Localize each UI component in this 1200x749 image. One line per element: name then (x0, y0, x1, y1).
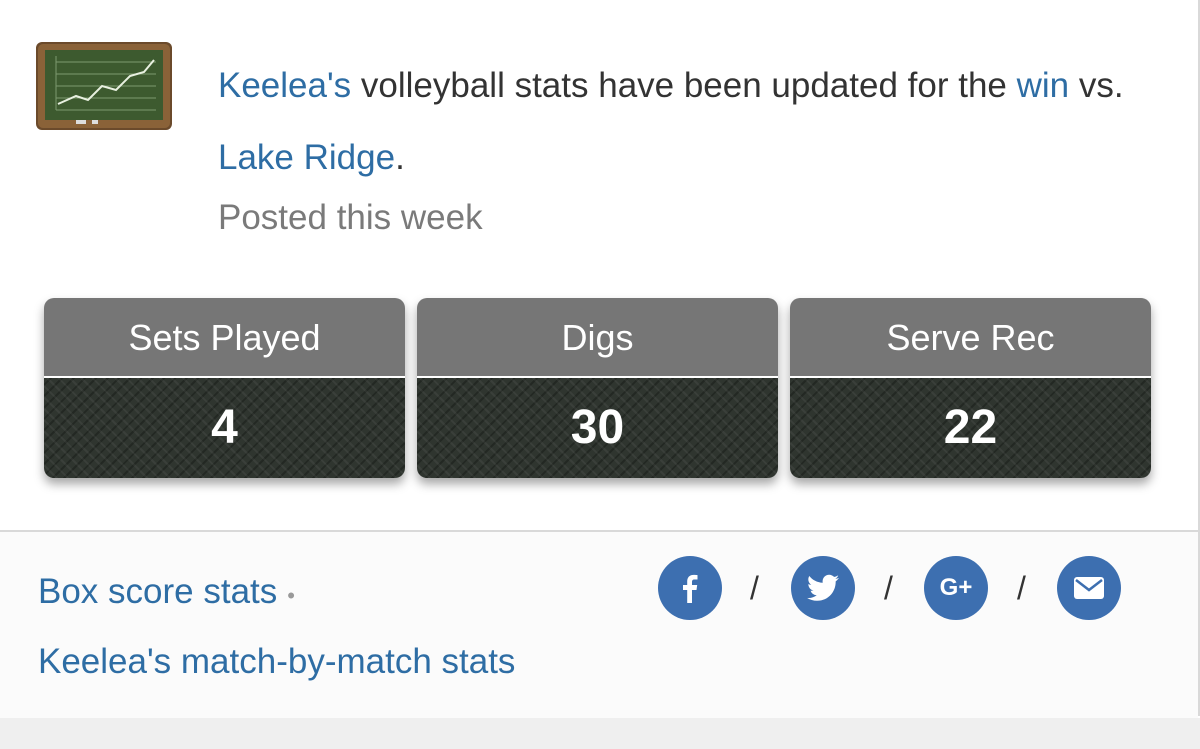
box-score-link[interactable]: Box score stats (38, 572, 277, 611)
player-name-link[interactable]: Keelea's (218, 66, 351, 105)
stat-value: 4 (44, 378, 405, 478)
stat-value: 30 (417, 378, 778, 478)
opponent-link[interactable]: Lake Ridge (218, 138, 395, 177)
stat-box-digs: Digs 30 (417, 298, 778, 478)
email-icon (1074, 577, 1104, 599)
share-separator: / (884, 570, 893, 606)
headline-text: volleyball stats have been updated for t… (351, 66, 1017, 105)
stat-box-sets-played: Sets Played 4 (44, 298, 405, 478)
separator-dot: • (287, 583, 295, 608)
box-score-row: Box score stats • (38, 570, 295, 621)
update-headline: Keelea's volleyball stats have been upda… (218, 50, 1178, 194)
vs-text: vs. (1069, 66, 1124, 105)
posted-time: Posted this week (218, 198, 483, 237)
card-footer: Box score stats • Keelea's match-by-match… (0, 530, 1198, 720)
stat-label: Digs (417, 298, 778, 378)
chalkboard-chart-icon (36, 42, 172, 130)
headline-period: . (395, 138, 405, 177)
stat-label: Serve Rec (790, 298, 1151, 378)
facebook-share-button[interactable] (658, 556, 722, 620)
share-separator: / (750, 570, 759, 606)
facebook-icon (683, 574, 698, 603)
stat-label: Sets Played (44, 298, 405, 378)
stat-value: 22 (790, 378, 1151, 478)
google-plus-icon: G+ (939, 574, 973, 601)
result-link[interactable]: win (1017, 66, 1070, 105)
stat-box-serve-rec: Serve Rec 22 (790, 298, 1151, 478)
page-background-strip (0, 718, 1200, 749)
email-share-button[interactable] (1057, 556, 1121, 620)
match-by-match-link[interactable]: Keelea's match-by-match stats (38, 640, 515, 684)
twitter-share-button[interactable] (791, 556, 855, 620)
stats-update-card: Keelea's volleyball stats have been upda… (0, 0, 1200, 749)
share-separator: / (1017, 570, 1026, 606)
google-plus-share-button[interactable]: G+ (924, 556, 988, 620)
twitter-icon (807, 574, 839, 601)
